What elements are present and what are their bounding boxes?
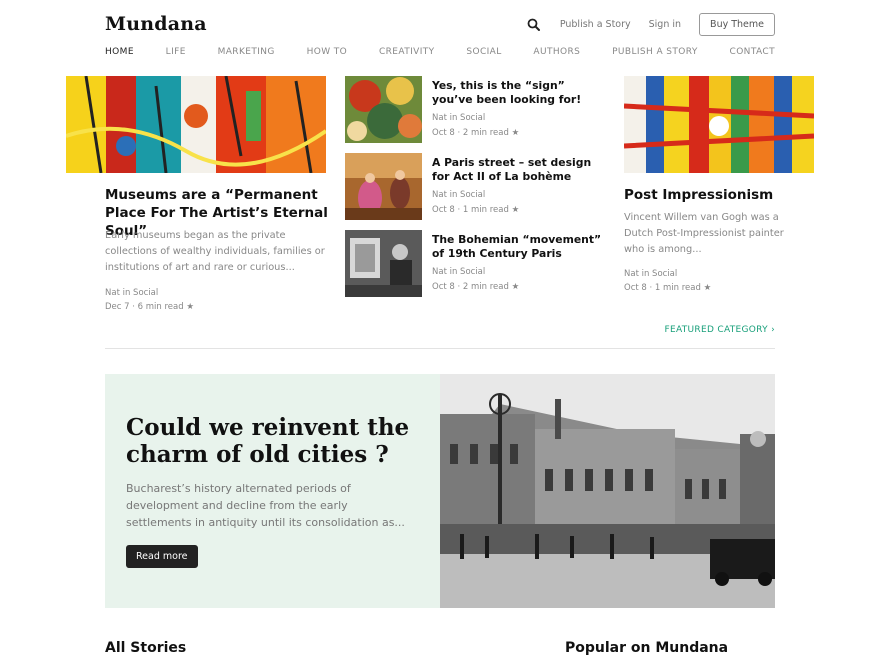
middle-card-1-date: Oct 8 · 2 min read ★ [432, 128, 520, 138]
read-more-button[interactable]: Read more [126, 545, 198, 568]
all-stories-heading: All Stories [105, 640, 187, 656]
left-card-excerpt: Early museums began as the private colle… [105, 230, 325, 273]
left-card-date: Dec 7 · 6 min read ★ [105, 302, 194, 312]
nav-item-contact[interactable]: CONTACT [730, 47, 775, 57]
nav-item-life[interactable]: LIFE [166, 47, 186, 57]
nav-item-home[interactable]: HOME [105, 47, 134, 57]
nav-item-how-to[interactable]: HOW TO [307, 47, 348, 57]
popular-heading: Popular on Mundana [565, 640, 729, 656]
middle-card-2-author[interactable]: Nat in Social [432, 188, 485, 203]
nav-item-social[interactable]: SOCIAL [466, 47, 501, 57]
middle-card-2-date: Oct 8 · 1 min read ★ [432, 205, 520, 215]
hero-banner: Could we reinvent the charm of old citie… [105, 374, 775, 608]
nav-item-authors[interactable]: AUTHORS [533, 47, 580, 57]
buy-theme-button[interactable]: Buy Theme [699, 13, 775, 36]
hero-title[interactable]: Could we reinvent the charm of old citie… [126, 414, 426, 468]
right-card-author[interactable]: Nat in Social [624, 267, 677, 282]
right-card-title[interactable]: Post Impressionism [624, 186, 794, 204]
top-actions: Publish a Story Sign in Buy Theme [526, 13, 775, 36]
hero-text: Bucharest’s history alternated periods o… [126, 482, 405, 529]
nav-item-creativity[interactable]: CREATIVITY [379, 47, 435, 57]
right-card-date: Oct 8 · 1 min read ★ [624, 283, 712, 293]
left-card-author[interactable]: Nat in Social [105, 286, 158, 301]
middle-card-1-title[interactable]: Yes, this is the “sign” you’ve been look… [432, 79, 602, 107]
middle-card-3-title[interactable]: The Bohemian “movement” of 19th Century … [432, 233, 602, 261]
sign-in-link[interactable]: Sign in [649, 19, 681, 30]
hero-image [440, 374, 775, 608]
nav-item-publish-story[interactable]: PUBLISH A STORY [612, 47, 698, 57]
featured-category-link[interactable]: FEATURED CATEGORY › [665, 325, 775, 335]
site-logo[interactable]: Mundana [105, 13, 207, 35]
middle-card-3-date: Oct 8 · 2 min read ★ [432, 282, 520, 292]
publish-story-link[interactable]: Publish a Story [560, 19, 631, 30]
main-nav: HOME LIFE MARKETING HOW TO CREATIVITY SO… [105, 47, 775, 57]
middle-card-2-title[interactable]: A Paris street – set design for Act II o… [432, 156, 602, 184]
middle-card-1-author[interactable]: Nat in Social [432, 111, 485, 126]
right-card-image[interactable] [624, 76, 814, 173]
middle-card-3-author[interactable]: Nat in Social [432, 265, 485, 280]
left-card-image[interactable] [66, 76, 326, 173]
middle-card-3-image[interactable] [345, 230, 422, 297]
right-card-excerpt: Vincent Willem van Gogh was a Dutch Post… [624, 212, 784, 255]
middle-card-1-image[interactable] [345, 76, 422, 143]
nav-item-marketing[interactable]: MARKETING [218, 47, 275, 57]
search-icon[interactable] [526, 17, 542, 33]
middle-card-2-image[interactable] [345, 153, 422, 220]
section-divider [105, 348, 775, 349]
